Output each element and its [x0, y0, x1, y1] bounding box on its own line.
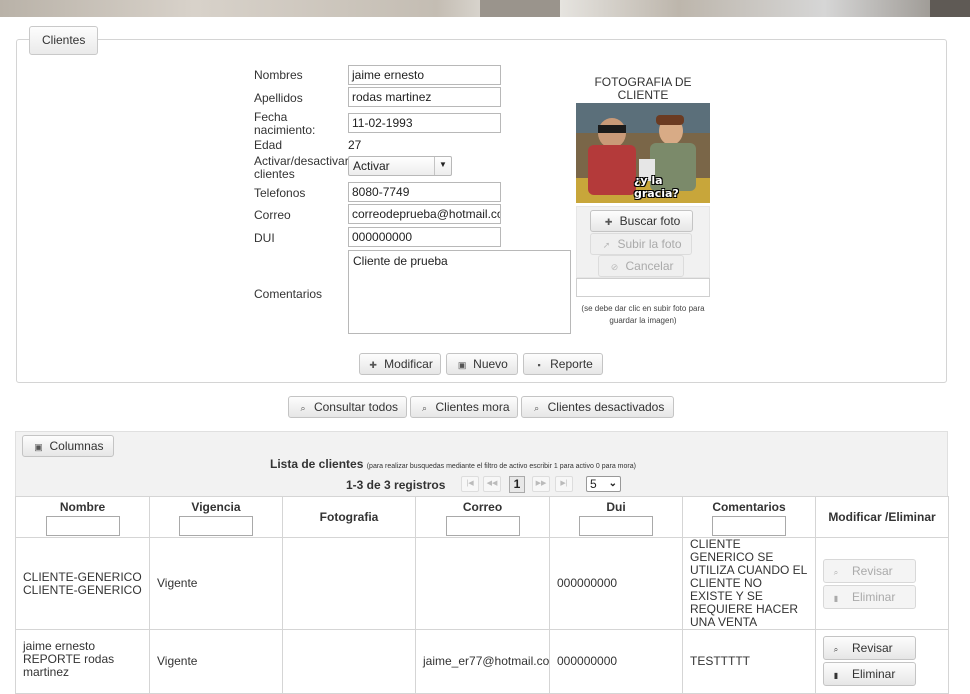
photo-caption: ¿y la gracia?	[634, 174, 679, 200]
upload-arrow-icon: ➚	[602, 240, 611, 250]
table-row[interactable]: jaime ernesto REPORTE rodas martinez Vig…	[15, 629, 949, 694]
telefonos-label: Telefonos	[254, 186, 306, 200]
dui-label: DUI	[254, 231, 275, 245]
trash-icon: ▮	[833, 593, 839, 603]
nombres-input[interactable]: jaime ernesto	[348, 65, 501, 85]
revisar-button[interactable]: ⌕ Revisar	[823, 558, 916, 583]
consultar-todos-button[interactable]: ⌕ Consultar todos	[288, 396, 407, 418]
cell-acciones: ⌕ Revisar ▮ Eliminar	[815, 537, 949, 630]
correo-label: Correo	[254, 208, 291, 222]
apellidos-input[interactable]: rodas martinez	[348, 87, 501, 107]
activar-selected-value: Activar	[353, 159, 390, 173]
cell-acciones: ⌕ Revisar ▮ Eliminar	[815, 629, 949, 694]
col-fotografia[interactable]: Fotografia	[282, 496, 416, 538]
cell-nombre: CLIENTE-GENERICO CLIENTE-GENERICO	[15, 537, 150, 630]
activar-label-2: clientes	[254, 167, 295, 181]
plus-icon: ✚	[604, 217, 613, 227]
photo-status-box	[576, 278, 710, 297]
chevron-down-icon[interactable]: ▼	[434, 157, 451, 175]
cell-dui: 000000000	[549, 629, 683, 694]
cell-correo: jaime_er77@hotmail.com	[415, 629, 550, 694]
dui-input[interactable]: 000000000	[348, 227, 501, 247]
comentarios-textarea[interactable]: Cliente de prueba	[348, 250, 571, 334]
clientes-mora-button[interactable]: ⌕ Clientes mora	[410, 396, 518, 418]
nombres-label: Nombres	[254, 68, 303, 82]
reporte-button[interactable]: ▪ Reporte	[523, 353, 603, 375]
report-icon: ▪	[537, 360, 541, 370]
clients-table: Nombre Vigencia Fotografia Correo Dui Co…	[15, 496, 949, 694]
last-page-icon[interactable]: ▶|	[555, 476, 573, 492]
clientes-tab[interactable]: Clientes	[29, 26, 99, 55]
modificar-button[interactable]: ✚ Modificar	[359, 353, 441, 375]
correo-filter-input[interactable]	[445, 516, 520, 536]
col-nombre[interactable]: Nombre	[15, 496, 150, 538]
table-row[interactable]: CLIENTE-GENERICO CLIENTE-GENERICO Vigent…	[15, 537, 949, 630]
photo-title: FOTOGRAFIA DE CLIENTE	[594, 75, 692, 102]
col-correo[interactable]: Correo	[415, 496, 550, 538]
col-dui[interactable]: Dui	[549, 496, 683, 538]
apellidos-label: Apellidos	[254, 91, 303, 105]
client-photo: ¿y la gracia?	[576, 103, 710, 203]
nuevo-button[interactable]: ▣ Nuevo	[446, 353, 518, 375]
cell-fotografia	[282, 537, 416, 630]
cancelar-foto-button[interactable]: ⊘ Cancelar	[598, 255, 684, 277]
vigencia-filter-input[interactable]	[179, 516, 253, 536]
cell-correo	[415, 537, 550, 630]
search-icon: ⌕	[534, 403, 540, 413]
revisar-button[interactable]: ⌕ Revisar	[823, 636, 916, 660]
background-banner	[0, 0, 970, 17]
dui-filter-input[interactable]	[579, 516, 653, 536]
activar-select[interactable]: Activar ▼	[348, 156, 452, 176]
edad-label: Edad	[254, 138, 283, 152]
fecha-label-2: nacimiento:	[254, 123, 316, 137]
cell-vigencia: Vigente	[149, 537, 283, 630]
clientes-desactivados-button[interactable]: ⌕ Clientes desactivados	[521, 396, 674, 418]
grid-caption: Lista de clientes (para realizar busqued…	[270, 457, 636, 471]
plus-icon: ✚	[369, 360, 377, 370]
cell-nombre: jaime ernesto REPORTE rodas martinez	[15, 629, 150, 694]
photo-upload-note: (se debe dar clic en subir foto para gua…	[581, 304, 705, 325]
subir-foto-button[interactable]: ➚ Subir la foto	[590, 233, 692, 255]
document-icon: ▣	[457, 360, 467, 370]
col-acciones: Modificar /Eliminar	[815, 496, 949, 538]
columns-icon: ▣	[34, 442, 43, 452]
telefonos-input[interactable]: 8080-7749	[348, 182, 501, 202]
eliminar-button[interactable]: ▮ Eliminar	[823, 662, 916, 686]
comentarios-filter-input[interactable]	[712, 516, 786, 536]
cell-vigencia: Vigente	[149, 629, 283, 694]
prev-page-icon[interactable]: ◀◀	[483, 476, 501, 492]
cancel-icon: ⊘	[610, 262, 619, 272]
columnas-button[interactable]: ▣ Columnas	[22, 435, 114, 457]
search-icon: ⌕	[833, 645, 839, 654]
pager-info: 1-3 de 3 registros	[346, 478, 446, 492]
cell-comentarios: TESTTTTT	[682, 629, 816, 694]
first-page-icon[interactable]: |◀	[461, 476, 479, 492]
fecha-nacimiento-input[interactable]: 11-02-1993	[348, 113, 501, 133]
chevron-down-icon: ⌄	[608, 478, 617, 489]
search-icon: ⌕	[833, 567, 839, 577]
next-page-icon[interactable]: ▶▶	[532, 476, 550, 492]
activar-label: Activar/desactivar	[254, 154, 349, 168]
search-icon: ⌕	[300, 403, 306, 413]
fecha-label: Fecha	[254, 110, 288, 124]
eliminar-button[interactable]: ▮ Eliminar	[823, 584, 916, 609]
grid-caption-note: (para realizar busquedas mediante el fil…	[366, 463, 636, 470]
col-vigencia[interactable]: Vigencia	[149, 496, 283, 538]
search-icon: ⌕	[421, 403, 427, 413]
trash-icon: ▮	[833, 671, 839, 680]
page-size-select[interactable]: 5 ⌄	[586, 476, 621, 492]
correo-input[interactable]: correodeprueba@hotmail.com	[348, 204, 501, 224]
buscar-foto-button[interactable]: ✚ Buscar foto	[590, 210, 693, 232]
cell-comentarios: CLIENTE GENERICO SE UTILIZA CUANDO EL CL…	[682, 537, 816, 630]
col-comentarios[interactable]: Comentarios	[682, 496, 816, 538]
edad-value: 27	[348, 138, 362, 152]
current-page[interactable]: 1	[509, 476, 525, 493]
cell-fotografia	[282, 629, 416, 694]
comentarios-label: Comentarios	[254, 287, 323, 301]
nombre-filter-input[interactable]	[45, 516, 120, 536]
cell-dui: 000000000	[549, 537, 683, 630]
